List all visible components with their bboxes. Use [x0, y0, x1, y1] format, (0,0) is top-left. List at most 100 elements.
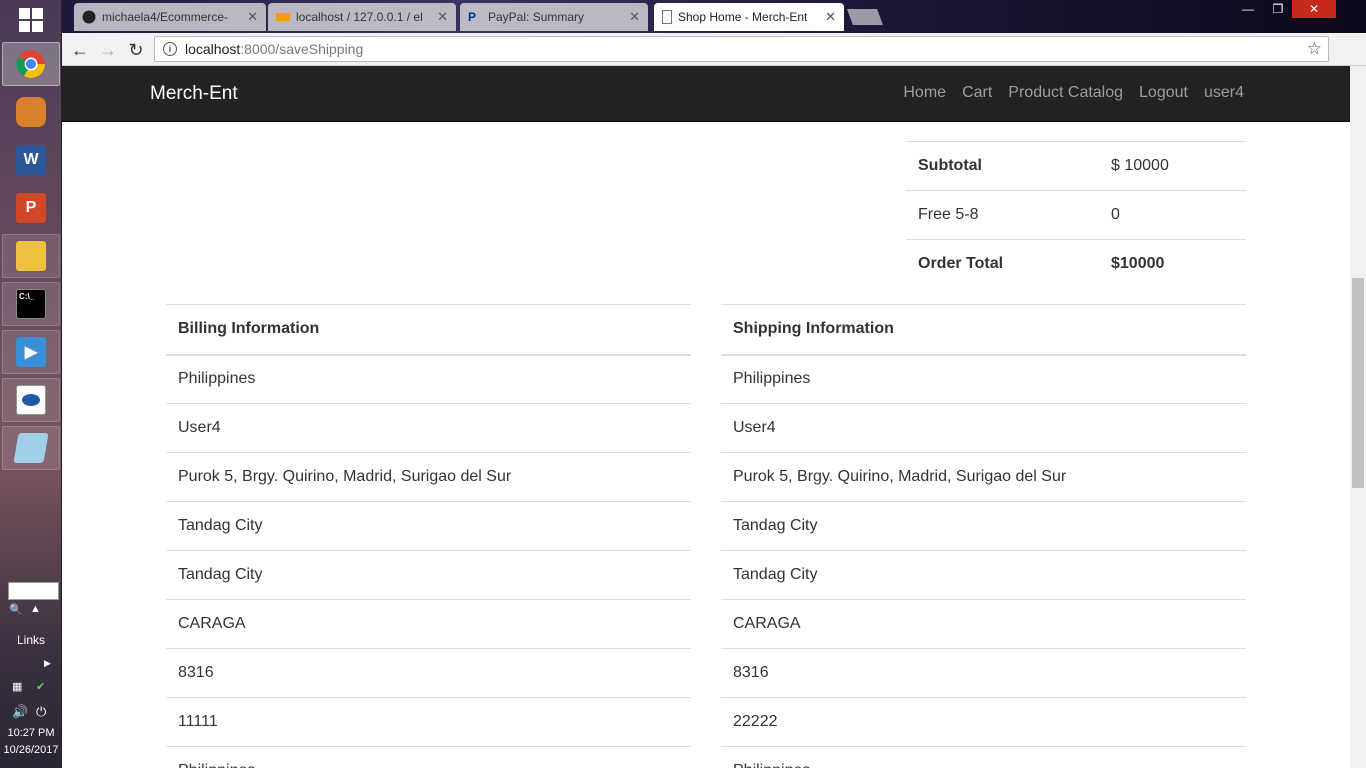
volume-icon[interactable]: 🔊 [12, 704, 28, 720]
powerpoint-icon: P [16, 193, 46, 223]
taskbar-chrome[interactable] [2, 42, 60, 86]
chrome-icon [16, 50, 45, 78]
order-total-label: Order Total [906, 239, 1099, 289]
close-window-icon[interactable]: ✕ [1292, 0, 1336, 18]
clock-date[interactable]: 10/26/2017 [0, 744, 62, 756]
table-row: Purok 5, Brgy. Quirino, Madrid, Surigao … [166, 452, 691, 502]
restore-icon[interactable]: ❐ [1264, 0, 1292, 18]
nav-home-link[interactable]: Home [903, 84, 946, 102]
github-icon [82, 10, 96, 24]
tab-github[interactable]: michaela4/Ecommerce- ✕ [74, 3, 266, 31]
links-toolbar-label[interactable]: Links [0, 633, 62, 647]
order-totals-table: Subtotal $ 10000 Free 5-8 0 Order Total … [906, 141, 1246, 289]
billing-country: Philippines [166, 354, 691, 404]
taskbar-word[interactable]: W [2, 138, 60, 182]
nav-logout-link[interactable]: Logout [1139, 84, 1188, 102]
tab-title: Shop Home - Merch-Ent [678, 10, 808, 24]
tab-shop-home[interactable]: Shop Home - Merch-Ent ✕ [654, 3, 844, 31]
taskbar-powerpoint[interactable]: P [2, 186, 60, 230]
shipping-country-2: Philippines [721, 746, 1246, 768]
brand-link[interactable]: Merch-Ent [150, 83, 238, 105]
taskbar-media-player[interactable]: ▶ [2, 330, 60, 374]
start-button[interactable] [0, 0, 62, 40]
taskbar-cmd[interactable]: C:\_ [2, 282, 60, 326]
table-row: User4 [166, 403, 691, 453]
table-row: Tandag City [166, 550, 691, 600]
table-row: CARAGA [721, 599, 1246, 649]
bookmark-star-icon[interactable]: ☆ [1307, 39, 1322, 59]
billing-name: User4 [166, 403, 691, 453]
minimize-icon[interactable]: — [1234, 0, 1262, 18]
table-row: User4 [721, 403, 1246, 453]
site-navbar: Merch-Ent Home Cart Product Catalog Logo… [62, 66, 1350, 122]
table-row: Tandag City [721, 550, 1246, 600]
power-icon[interactable]: ⏻ [36, 704, 46, 720]
nav-cart-link[interactable]: Cart [962, 84, 992, 102]
windows-logo-icon [19, 8, 43, 32]
subtotal-label: Subtotal [906, 141, 1099, 191]
billing-address: Purok 5, Brgy. Quirino, Madrid, Surigao … [166, 452, 691, 502]
shipping-postal-code: 8316 [721, 648, 1246, 698]
table-row: CARAGA [166, 599, 691, 649]
back-icon[interactable]: ← [68, 38, 92, 62]
taskbar-globe-broadband[interactable] [2, 378, 60, 422]
taskbar-address-box[interactable] [8, 582, 59, 600]
page-content: Merch-Ent Home Cart Product Catalog Logo… [62, 66, 1350, 768]
table-row: 8316 [166, 648, 691, 698]
search-icon[interactable]: 🔍 [9, 603, 23, 616]
chevron-right-icon[interactable]: ▶ [44, 658, 51, 669]
close-icon[interactable]: ✕ [629, 9, 640, 25]
address-bar[interactable]: i localhost:8000/saveShipping ☆ [154, 36, 1329, 62]
browser-titlebar: michaela4/Ecommerce- ✕ localhost / 127.0… [62, 0, 1366, 33]
browser-toolbar: ← → ↻ i localhost:8000/saveShipping ☆ [62, 33, 1366, 66]
globe-broadband-icon [16, 385, 46, 415]
billing-phone: 11111 [166, 697, 691, 747]
table-row: Tandag City [721, 501, 1246, 551]
table-row: 22222 [721, 697, 1246, 747]
shipping-method-label: Free 5-8 [906, 190, 1099, 240]
table-row: Philippines [721, 746, 1246, 768]
media-player-icon: ▶ [16, 337, 46, 367]
forward-icon[interactable]: → [96, 38, 120, 62]
close-icon[interactable]: ✕ [825, 9, 836, 25]
nav-user-link[interactable]: user4 [1204, 84, 1244, 102]
nav-links: Home Cart Product Catalog Logout user4 [887, 84, 1244, 102]
table-row: Philippines [166, 354, 691, 404]
notepad-icon [13, 433, 49, 463]
shipping-phone: 22222 [721, 697, 1246, 747]
close-icon[interactable]: ✕ [437, 9, 448, 25]
tab-title: localhost / 127.0.0.1 / el [296, 10, 423, 24]
taskbar-notepad[interactable] [2, 426, 60, 470]
tab-title: michaela4/Ecommerce- [102, 10, 229, 24]
billing-heading: Billing Information [166, 304, 691, 356]
paypal-icon: P [468, 10, 477, 24]
tab-phpmyadmin[interactable]: localhost / 127.0.0.1 / el ✕ [268, 3, 456, 31]
close-icon[interactable]: ✕ [247, 9, 258, 25]
table-row: Philippines [721, 354, 1246, 404]
table-header-row: Shipping Information [721, 304, 1246, 356]
word-icon: W [16, 145, 46, 175]
security-icon[interactable]: ✔ [36, 680, 45, 693]
nav-product-catalog-link[interactable]: Product Catalog [1008, 84, 1123, 102]
page-scrollbar[interactable] [1350, 66, 1366, 768]
taskbar-backpack[interactable] [2, 90, 60, 134]
billing-city-2: Tandag City [166, 550, 691, 600]
page-icon [662, 10, 672, 24]
shipping-region: CARAGA [721, 599, 1246, 649]
order-total-value: $10000 [1099, 239, 1246, 289]
table-row: Order Total $10000 [906, 239, 1246, 289]
tab-paypal[interactable]: P PayPal: Summary ✕ [460, 3, 648, 31]
info-icon[interactable]: i [163, 42, 177, 56]
scrollbar-thumb[interactable] [1352, 278, 1364, 488]
new-tab-button[interactable] [847, 9, 883, 25]
clock-time[interactable]: 10:27 PM [0, 727, 62, 739]
table-row: Philippines [166, 746, 691, 768]
url-host: localhost [185, 41, 241, 57]
chevron-up-icon[interactable]: ▲ [30, 603, 41, 615]
shipping-info-table: Shipping Information Philippines User4 P… [721, 304, 1246, 768]
shipping-city: Tandag City [721, 501, 1246, 551]
reload-icon[interactable]: ↻ [124, 38, 148, 62]
network-icon[interactable]: ▦ [12, 680, 22, 693]
phpmyadmin-icon [276, 13, 290, 21]
taskbar-file-explorer[interactable] [2, 234, 60, 278]
